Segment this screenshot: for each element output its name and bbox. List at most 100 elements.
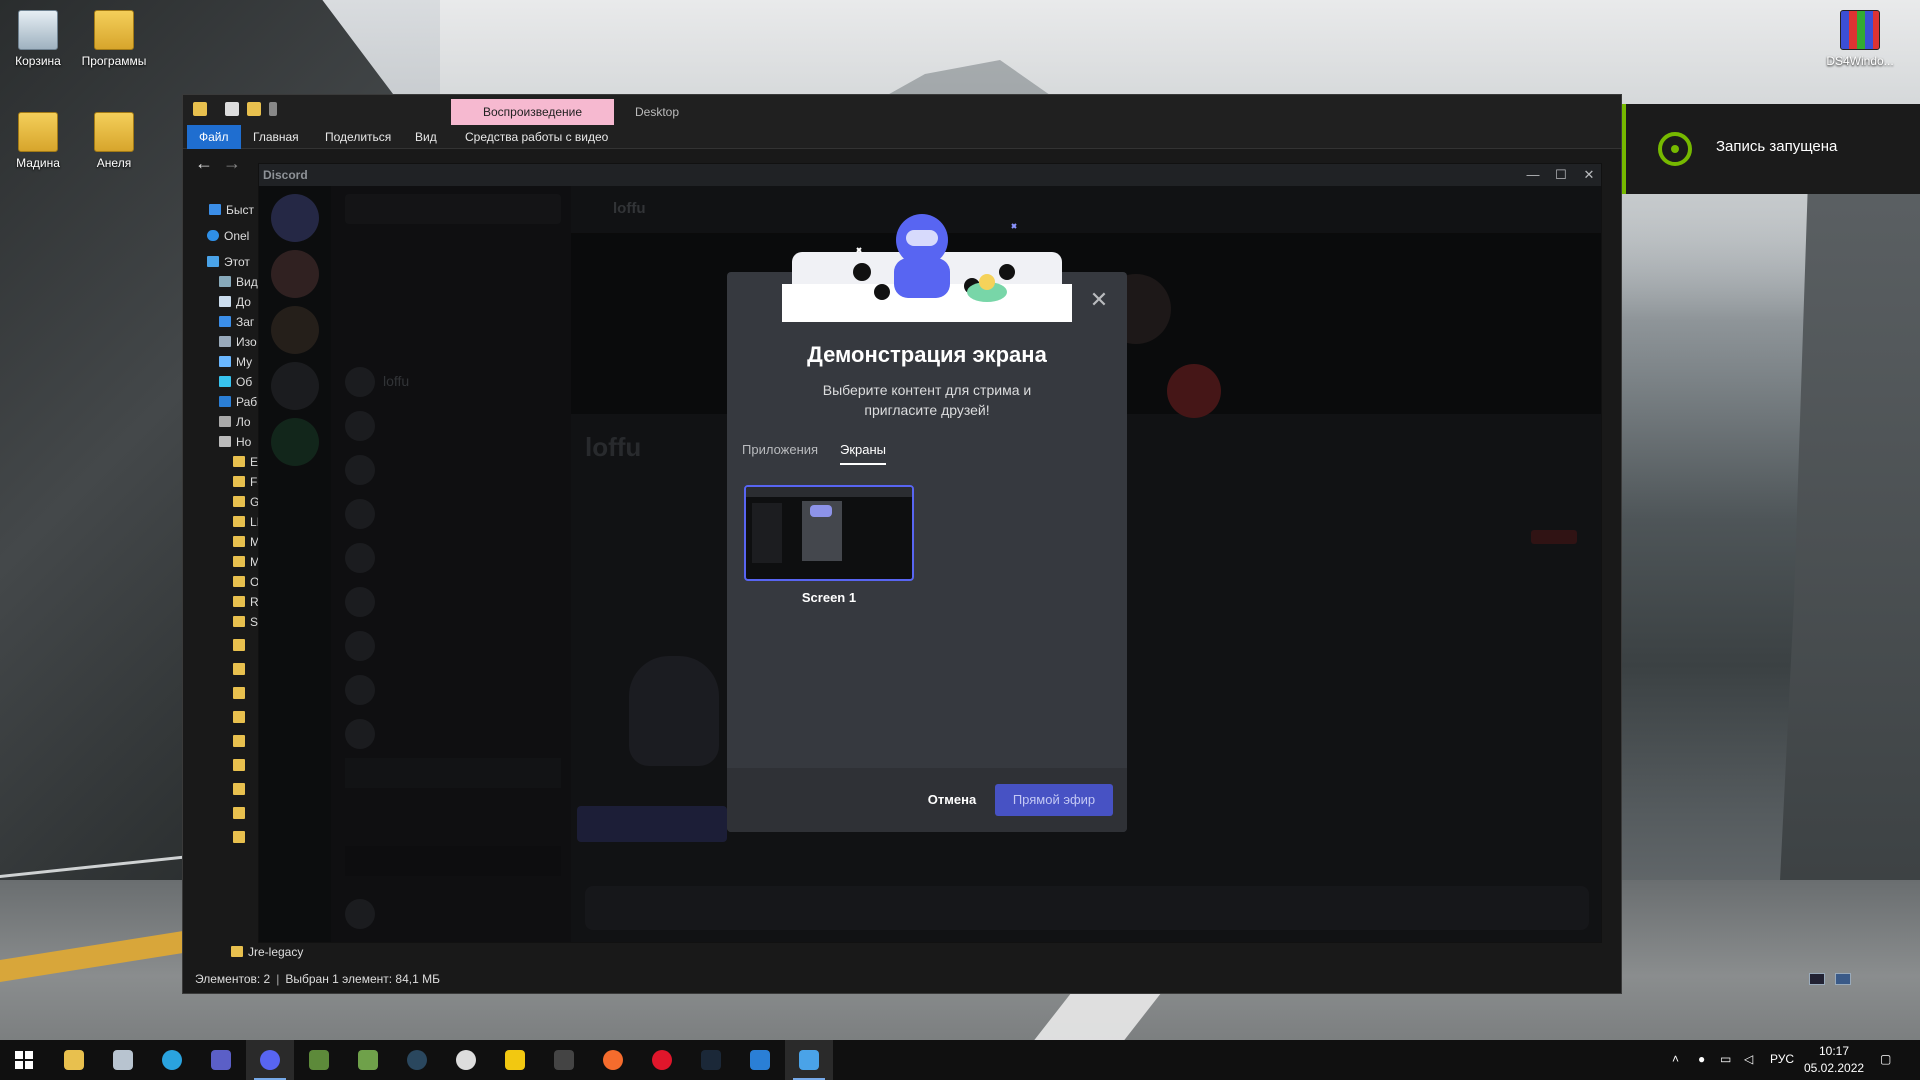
close-modal-button[interactable]: ✕: [1087, 288, 1111, 312]
nav-local-disk[interactable]: Ло: [219, 415, 251, 429]
folder-icon[interactable]: [233, 711, 245, 723]
taskbar-g-app[interactable]: [736, 1040, 784, 1080]
explorer-titlebar[interactable]: Воспроизведение Desktop: [183, 95, 1621, 125]
chevron-up-icon[interactable]: ˄: [1672, 1052, 1679, 1066]
opera-icon: [652, 1050, 672, 1070]
desktop-icon-madina[interactable]: Мадина: [0, 112, 76, 170]
folder-icon[interactable]: [233, 735, 245, 747]
ribbon-video-tools[interactable]: Средства работы с видео: [457, 125, 616, 149]
folder-icon: [233, 616, 245, 627]
properties-icon[interactable]: [225, 102, 239, 116]
recording-notification: Запись запущена: [1622, 104, 1920, 194]
folder-row[interactable]: M: [233, 535, 260, 549]
taskbar-game-launcher[interactable]: [491, 1040, 539, 1080]
details-view-icon[interactable]: [1809, 973, 1825, 985]
folder-icon[interactable]: [233, 759, 245, 771]
taskbar-telegram[interactable]: [148, 1040, 196, 1080]
taskbar-origin[interactable]: [589, 1040, 637, 1080]
tab-screens[interactable]: Экраны: [840, 442, 887, 465]
music-icon: [219, 356, 231, 367]
chevron-down-icon[interactable]: [269, 102, 277, 116]
nav-desktop[interactable]: Раб: [219, 395, 257, 409]
ribbon-home[interactable]: Главная: [245, 125, 307, 149]
g-icon: [750, 1050, 770, 1070]
screen-thumbnail[interactable]: [744, 485, 914, 581]
folder-row[interactable]: Sl: [233, 615, 261, 629]
clock-date[interactable]: 05.02.2022: [1804, 1061, 1864, 1075]
desktop-icon-anelya[interactable]: Анеля: [76, 112, 152, 170]
large-icons-view-icon[interactable]: [1835, 973, 1851, 985]
wumpus-couch-illustration: [782, 214, 1072, 322]
forward-arrow-icon[interactable]: →: [223, 153, 241, 174]
taskbar-minecraft[interactable]: [295, 1040, 343, 1080]
folder-icon[interactable]: [233, 687, 245, 699]
notifications-icon[interactable]: ▢: [1880, 1052, 1891, 1066]
desktop-icon-recycle-bin[interactable]: Корзина: [0, 10, 76, 68]
maximize-icon[interactable]: ☐: [1547, 164, 1575, 186]
nav-onedrive[interactable]: Onel: [207, 229, 249, 243]
back-arrow-icon[interactable]: ←: [195, 153, 213, 174]
desktop-icon-label: DS4Windo...: [1826, 54, 1894, 68]
taskbar-mail[interactable]: [99, 1040, 147, 1080]
tab-applications[interactable]: Приложения: [742, 442, 818, 463]
folder-icon[interactable]: [233, 783, 245, 795]
desktop-icon-programs[interactable]: Программы: [76, 10, 152, 68]
taskbar-steam[interactable]: [393, 1040, 441, 1080]
browser-icon: [456, 1050, 476, 1070]
taskbar-discord[interactable]: [246, 1040, 294, 1080]
folder-icon[interactable]: [233, 807, 245, 819]
start-button[interactable]: [0, 1040, 48, 1080]
nav-pictures[interactable]: Изо: [219, 335, 257, 349]
record-icon: [1658, 132, 1692, 166]
microphone-icon[interactable]: ●: [1698, 1052, 1705, 1066]
launcher-icon: [505, 1050, 525, 1070]
taskbar-teams[interactable]: [197, 1040, 245, 1080]
folder-jre-legacy[interactable]: Jre-legacy: [231, 945, 303, 959]
folder-row[interactable]: R: [233, 595, 259, 609]
nav-video[interactable]: Вид: [219, 275, 258, 289]
new-folder-icon[interactable]: [247, 102, 261, 116]
folder-row[interactable]: O: [233, 575, 259, 589]
minimize-icon[interactable]: —: [1519, 164, 1547, 186]
nav-new-volume[interactable]: Но: [219, 435, 251, 449]
close-icon[interactable]: ✕: [1575, 164, 1601, 186]
discord-titlebar[interactable]: Discord — ☐ ✕: [259, 164, 1601, 186]
ribbon-file[interactable]: Файл: [187, 125, 241, 149]
taskbar-file-explorer[interactable]: [50, 1040, 98, 1080]
folder-icon[interactable]: [233, 639, 245, 651]
folder-icon: [233, 536, 245, 547]
nav-this-pc[interactable]: Этот: [207, 255, 250, 269]
language-indicator[interactable]: РУС: [1770, 1052, 1794, 1066]
tab-playback[interactable]: Воспроизведение: [451, 99, 614, 125]
folder-icon: [64, 1050, 84, 1070]
folder-icon: [233, 496, 245, 507]
go-live-button[interactable]: Прямой эфир: [995, 784, 1113, 816]
desktop-icon-ds4windows[interactable]: DS4Windo...: [1822, 10, 1898, 68]
nav-3d-objects[interactable]: Об: [219, 375, 252, 389]
cancel-button[interactable]: Отмена: [913, 784, 991, 816]
folder-icon: [233, 456, 245, 467]
nav-music[interactable]: Му: [219, 355, 252, 369]
recycle-bin-icon: [18, 10, 58, 50]
nav-downloads[interactable]: Заг: [219, 315, 254, 329]
network-icon[interactable]: ▭: [1720, 1052, 1731, 1066]
taskbar-minecraft-launcher[interactable]: [344, 1040, 392, 1080]
clock-time[interactable]: 10:17: [1804, 1044, 1864, 1058]
taskbar-opera[interactable]: [638, 1040, 686, 1080]
taskbar-steam-alt[interactable]: [687, 1040, 735, 1080]
folder-row[interactable]: M: [233, 555, 260, 569]
archive-icon: [1840, 10, 1880, 50]
folder-row[interactable]: G: [233, 495, 259, 509]
folder-icon[interactable]: [233, 831, 245, 843]
thumb-sidebar: [752, 503, 782, 563]
folder-icon[interactable]: [233, 663, 245, 675]
volume-icon[interactable]: ◁: [1744, 1052, 1753, 1066]
taskbar-epic-games[interactable]: [540, 1040, 588, 1080]
ribbon-share[interactable]: Поделиться: [317, 125, 399, 149]
taskbar-video-app[interactable]: [785, 1040, 833, 1080]
ribbon-view[interactable]: Вид: [407, 125, 445, 149]
folder-row[interactable]: LI: [233, 515, 260, 529]
nav-quick-access[interactable]: Быст: [209, 203, 254, 217]
taskbar-browser[interactable]: [442, 1040, 490, 1080]
nav-documents[interactable]: До: [219, 295, 251, 309]
